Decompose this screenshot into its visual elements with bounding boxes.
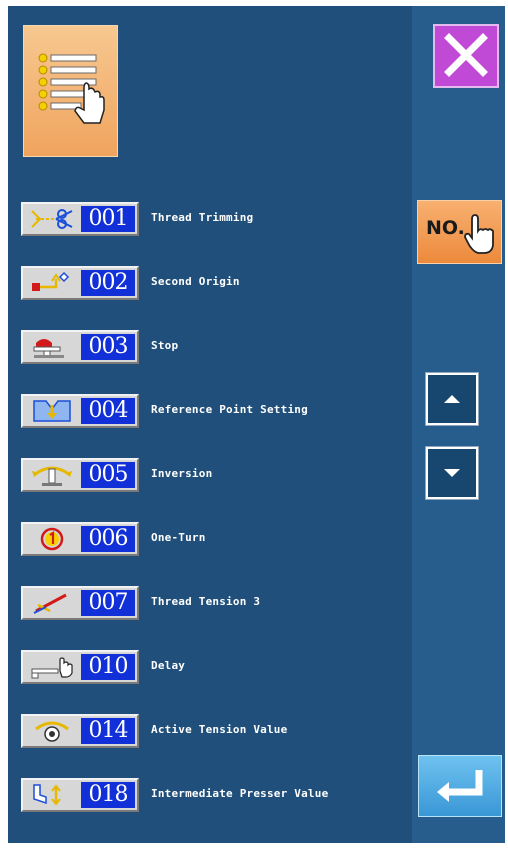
code-number: 005 <box>81 462 135 488</box>
machine-stop-icon <box>33 339 64 358</box>
code-button-006[interactable]: 006 <box>21 522 139 556</box>
screen: 001 Thread Trimming 002 Second Origin 00… <box>8 6 505 843</box>
item-label: Delay <box>151 659 186 672</box>
code-number: 010 <box>81 654 135 680</box>
item-label: Reference Point Setting <box>151 403 308 416</box>
second-origin-icon <box>32 271 70 291</box>
enter-button[interactable] <box>418 755 502 817</box>
number-input-button[interactable]: NO. <box>417 200 502 264</box>
code-button-001[interactable]: 001 <box>21 202 139 236</box>
scissors-icon <box>31 209 73 229</box>
presser-icon <box>33 784 61 806</box>
code-button-005[interactable]: 005 <box>21 458 139 492</box>
arrow-down-icon <box>444 469 460 477</box>
close-button[interactable] <box>433 24 499 88</box>
item-label: Intermediate Presser Value <box>151 787 329 800</box>
code-button-014[interactable]: 014 <box>21 714 139 748</box>
active-tension-icon <box>35 721 69 742</box>
code-button-002[interactable]: 002 <box>21 266 139 300</box>
item-label: Second Origin <box>151 275 240 288</box>
item-label: One-Turn <box>151 531 206 544</box>
code-button-007[interactable]: 007 <box>21 586 139 620</box>
code-button-018[interactable]: 018 <box>21 778 139 812</box>
item-label: Thread Tension 3 <box>151 595 261 608</box>
code-button-010[interactable]: 010 <box>21 650 139 684</box>
item-label: Active Tension Value <box>151 723 288 736</box>
pointing-hand-icon <box>464 214 494 254</box>
close-x-icon <box>444 33 488 77</box>
scroll-down-face <box>428 449 476 497</box>
item-label: Thread Trimming <box>151 211 254 224</box>
code-button-003[interactable]: 003 <box>21 330 139 364</box>
item-label: Inversion <box>151 467 213 480</box>
code-number: 018 <box>81 782 135 808</box>
menu-list-button[interactable] <box>23 25 118 157</box>
enter-return-icon <box>437 770 483 802</box>
reference-point-icon <box>33 400 71 422</box>
scroll-up-button[interactable] <box>425 372 479 426</box>
code-button-004[interactable]: 004 <box>21 394 139 428</box>
one-turn-icon <box>40 527 64 551</box>
code-number: 014 <box>81 718 135 744</box>
code-number: 003 <box>81 334 135 360</box>
list-hand-icon <box>38 53 105 124</box>
code-number: 006 <box>81 526 135 552</box>
code-number: 007 <box>81 590 135 616</box>
thread-tension-icon <box>33 593 67 614</box>
arrow-up-icon <box>444 395 460 403</box>
code-number: 004 <box>81 398 135 424</box>
delay-hand-icon <box>31 657 73 679</box>
inversion-icon <box>32 466 72 486</box>
scroll-up-face <box>428 375 476 423</box>
code-number: 002 <box>81 270 135 296</box>
item-label: Stop <box>151 339 179 352</box>
code-number: 001 <box>81 206 135 232</box>
scroll-down-button[interactable] <box>425 446 479 500</box>
